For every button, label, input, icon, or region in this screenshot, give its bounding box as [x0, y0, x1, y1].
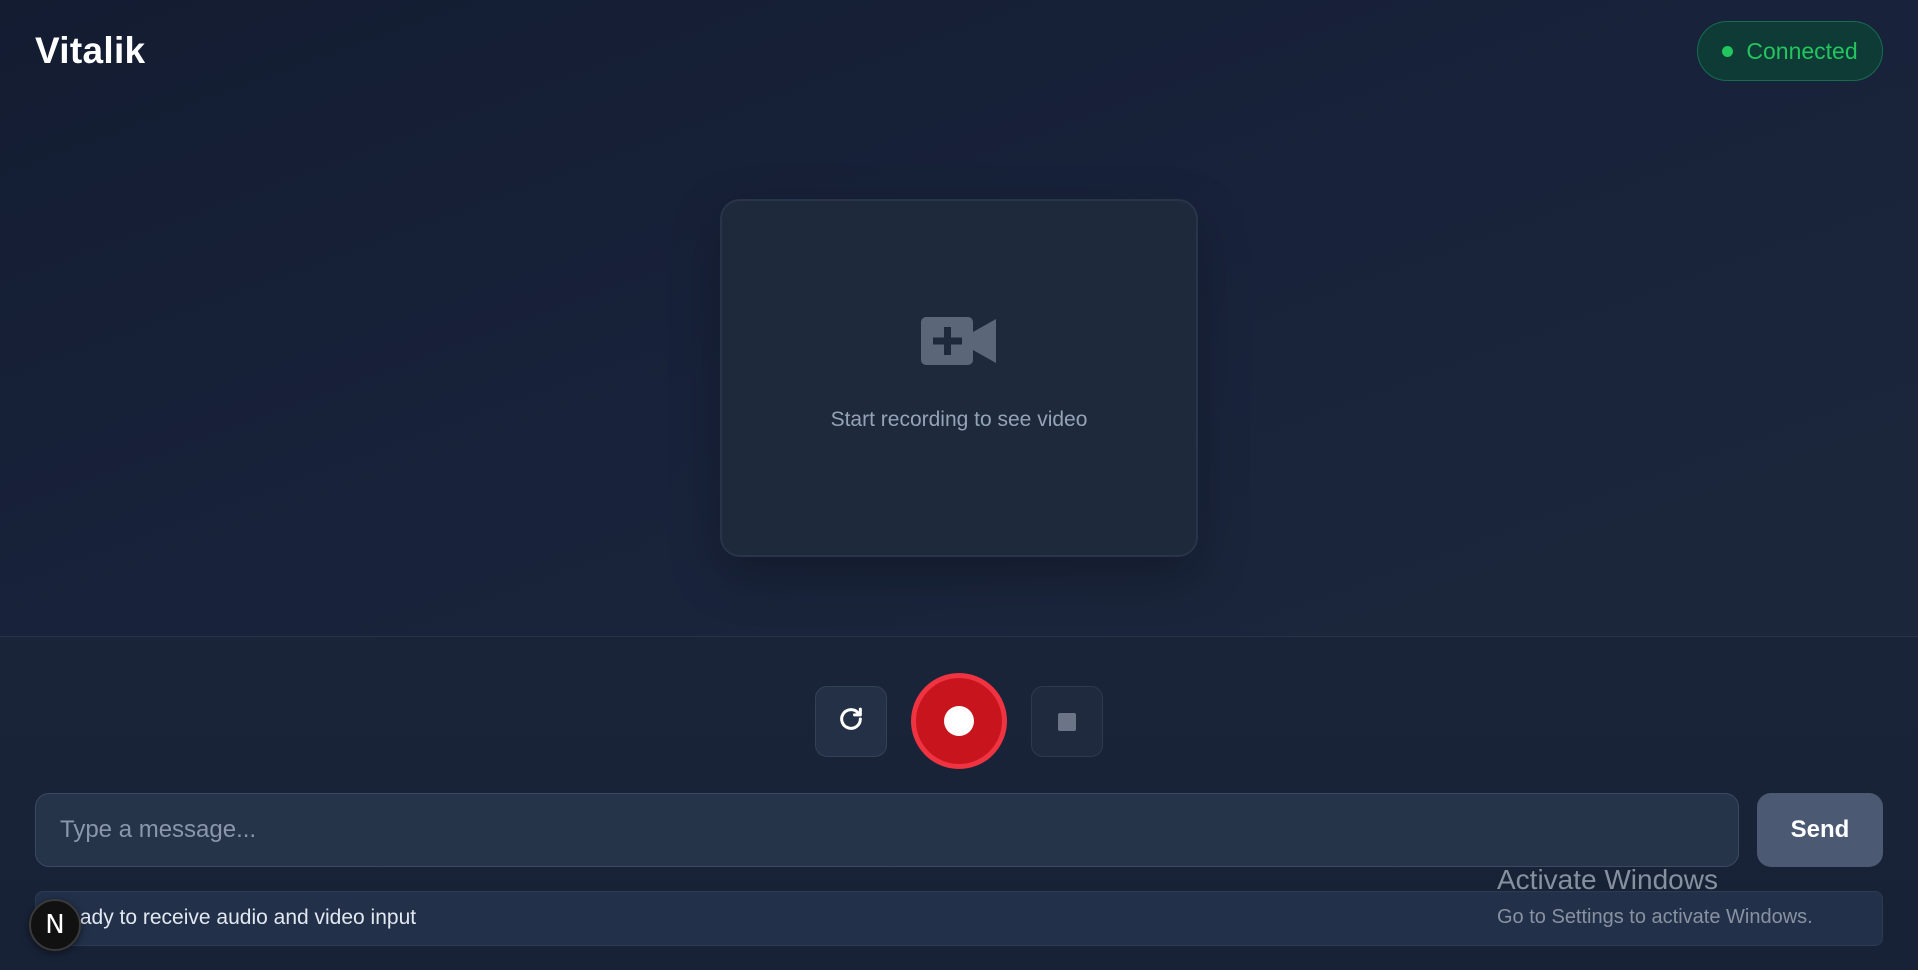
video-preview: Start recording to see video [720, 199, 1198, 557]
connection-status-badge: Connected [1697, 21, 1883, 81]
stop-icon [1058, 712, 1076, 731]
refresh-icon [837, 705, 865, 738]
stop-button[interactable] [1031, 686, 1103, 757]
send-button[interactable]: Send [1757, 793, 1883, 867]
refresh-button[interactable] [815, 686, 887, 757]
video-placeholder-text: Start recording to see video [830, 407, 1088, 431]
record-button[interactable] [911, 673, 1007, 769]
app-title: Vitalik [35, 30, 146, 71]
video-plus-icon [921, 315, 997, 372]
dev-tools-badge[interactable]: N [29, 899, 81, 951]
status-dot-icon [1722, 45, 1734, 57]
record-icon [944, 706, 974, 736]
message-input[interactable] [35, 793, 1739, 867]
connection-status-text: Connected [1746, 37, 1858, 64]
status-bar: Ready to receive audio and video input [35, 891, 1883, 946]
status-message: Ready to receive audio and video input [53, 906, 417, 929]
